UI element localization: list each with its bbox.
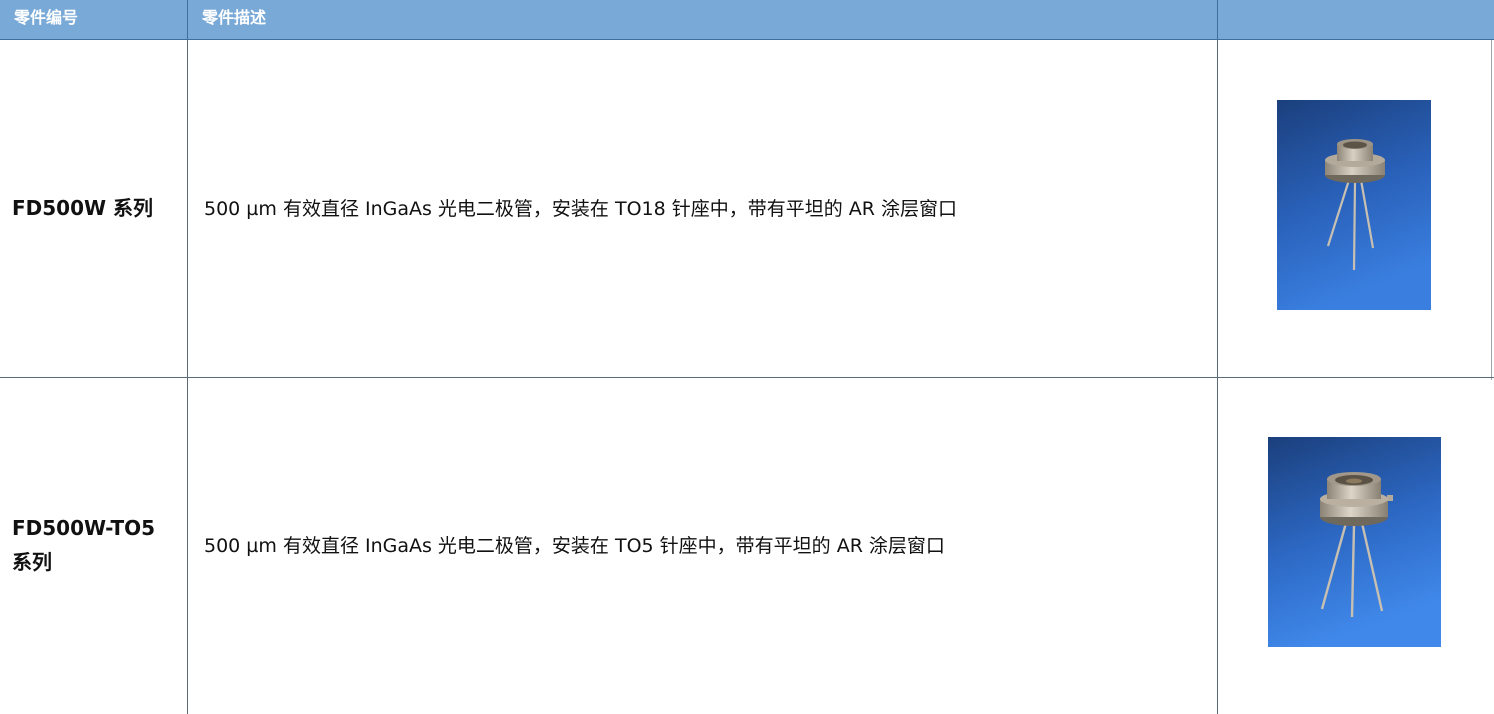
header-description: 零件描述 — [202, 8, 267, 27]
part-description: 500 µm 有效直径 InGaAs 光电二极管，安装在 TO18 针座中，带有… — [204, 198, 958, 220]
product-table: 零件编号 零件描述 FD500W 系列 500 µm 有效直径 InGaAs 光… — [0, 0, 1494, 714]
table-row: FD500W-TO5 系列 500 µm 有效直径 InGaAs 光电二极管，安… — [0, 378, 1494, 714]
header-part-number: 零件编号 — [14, 8, 79, 27]
header-divider — [1217, 0, 1218, 40]
part-description: 500 µm 有效直径 InGaAs 光电二极管，安装在 TO5 针座中，带有平… — [204, 535, 945, 557]
to5-photodiode-photo-icon[interactable] — [1268, 437, 1441, 647]
table-header: 零件编号 零件描述 — [0, 0, 1494, 40]
part-number[interactable]: FD500W 系列 — [12, 191, 172, 225]
to18-photodiode-photo-icon[interactable] — [1277, 100, 1431, 310]
part-number[interactable]: FD500W-TO5 系列 — [12, 511, 172, 579]
table-row: FD500W 系列 500 µm 有效直径 InGaAs 光电二极管，安装在 T… — [0, 41, 1494, 377]
header-divider — [187, 0, 188, 40]
header-image — [1218, 0, 1494, 40]
